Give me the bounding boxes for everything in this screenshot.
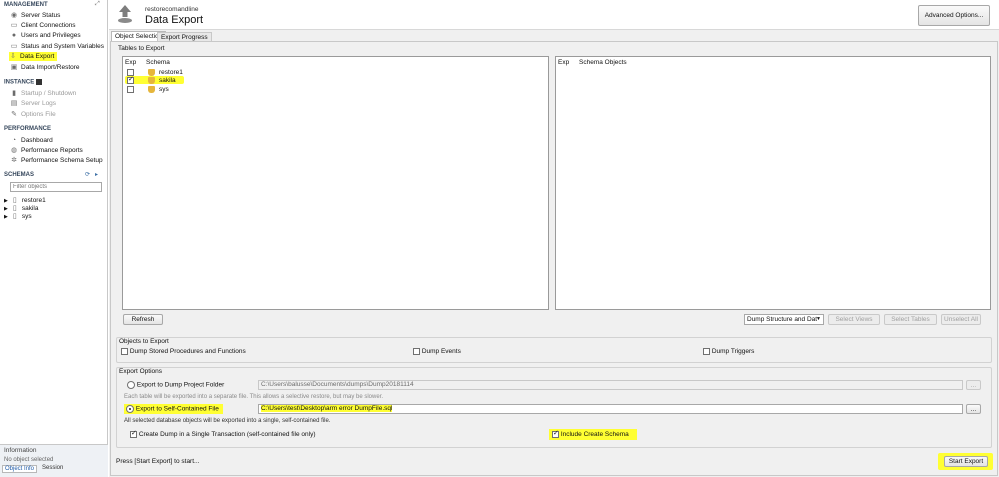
- connection-name: restorecomandline: [145, 6, 199, 13]
- report-icon: ◍: [10, 146, 18, 154]
- schema-row-selected[interactable]: sakila: [125, 75, 184, 84]
- schema-row[interactable]: sys: [127, 85, 169, 93]
- file-note: All selected database objects will be ex…: [124, 418, 331, 424]
- browse-file-button[interactable]: ...: [966, 404, 981, 414]
- user-icon: ●: [11, 31, 17, 39]
- upload-icon: [117, 4, 133, 24]
- database-icon: ▯: [12, 212, 17, 220]
- expand-icon[interactable]: ⤢: [95, 1, 100, 8]
- schema-checkbox[interactable]: [127, 75, 134, 84]
- tab-session[interactable]: Session: [40, 465, 65, 473]
- sidebar-item-startup-shutdown[interactable]: ▮ Startup / Shutdown: [10, 89, 76, 98]
- information-title: Information: [4, 447, 37, 454]
- export-icon: ⇩: [10, 52, 16, 60]
- include-create-schema-option[interactable]: Include Create Schema: [549, 429, 637, 441]
- database-icon: [148, 76, 155, 84]
- chevron-down-icon: ▼: [816, 316, 821, 322]
- browse-folder-button[interactable]: ...: [966, 380, 981, 390]
- folder-note: Each table will be exported into a separ…: [124, 394, 384, 400]
- sidebar-item-server-status[interactable]: ◉ Server Status: [10, 11, 60, 20]
- import-icon: ▣: [10, 63, 18, 71]
- dump-mode-select[interactable]: Dump Structure and Dat ▼: [744, 314, 824, 325]
- col-schema-objects: Schema Objects: [579, 59, 627, 66]
- tab-object-info[interactable]: Object Info: [2, 465, 38, 473]
- schema-objects-panel: Exp Schema Objects: [555, 56, 991, 310]
- include-create-schema-checkbox[interactable]: [552, 429, 559, 438]
- advanced-options-button[interactable]: Advanced Options...: [918, 5, 990, 26]
- filter-objects-input[interactable]: [10, 182, 102, 192]
- dump-procedures-option[interactable]: Dump Stored Procedures and Functions: [121, 348, 246, 355]
- export-to-folder-option[interactable]: Export to Dump Project Folder: [127, 381, 224, 389]
- refresh-schemas-icon[interactable]: ⟳: [85, 171, 90, 178]
- power-icon: ▮: [12, 89, 16, 97]
- information-text: No object selected: [4, 457, 54, 463]
- file-path-field[interactable]: C:\Users\test\Desktop\arm error DumpFile…: [258, 404, 963, 414]
- objects-to-export-group: [116, 337, 992, 363]
- management-section-title: MANAGEMENT: [4, 2, 48, 8]
- schema-item-sys[interactable]: ▶ ▯ sys: [4, 212, 32, 221]
- unselect-all-button[interactable]: Unselect All: [941, 314, 981, 325]
- navigator-sidebar: MANAGEMENT ⤢ ◉ Server Status ▭ Client Conn…: [0, 0, 108, 477]
- schema-row[interactable]: restore1: [127, 68, 183, 76]
- dashboard-icon: ◔: [11, 136, 17, 144]
- sidebar-item-data-import[interactable]: ▣ Data Import/Restore: [10, 63, 80, 72]
- export-file-radio[interactable]: [126, 405, 134, 413]
- instance-icon: [35, 79, 42, 85]
- sidebar-item-options-file[interactable]: ✎ Options File: [10, 110, 56, 119]
- gauge-icon: ◉: [10, 11, 18, 19]
- schema-list-panel: Exp Schema restore1 sakila sys: [122, 56, 549, 310]
- col-schema: Schema: [146, 59, 170, 66]
- dump-procedures-checkbox[interactable]: [121, 348, 128, 355]
- col-exp: Exp: [558, 59, 570, 66]
- sidebar-item-status-variables[interactable]: ▭ Status and System Variables: [10, 42, 104, 51]
- performance-section-title: PERFORMANCE: [4, 126, 52, 132]
- log-icon: ▤: [10, 99, 18, 107]
- single-transaction-checkbox[interactable]: [130, 429, 137, 438]
- start-export-button[interactable]: Start Export: [944, 456, 988, 467]
- database-icon: [148, 85, 155, 93]
- dump-triggers-option[interactable]: Dump Triggers: [703, 348, 754, 355]
- tab-export-progress[interactable]: Export Progress: [157, 32, 212, 41]
- monitor-icon: ▭: [10, 42, 18, 50]
- information-panel: Information No object selected Object In…: [0, 444, 108, 477]
- schemas-section-title: SCHEMAS: [4, 172, 35, 178]
- tables-to-export-label: Tables to Export: [118, 45, 165, 52]
- objects-to-export-label: Objects to Export: [119, 338, 169, 345]
- refresh-button[interactable]: Refresh: [123, 314, 163, 325]
- sidebar-item-server-logs[interactable]: ▤ Server Logs: [10, 99, 56, 108]
- select-views-button[interactable]: Select Views: [828, 314, 880, 325]
- database-icon: [148, 68, 155, 76]
- export-options-label: Export Options: [119, 368, 162, 375]
- wrench-icon: ✎: [11, 110, 17, 118]
- sidebar-item-performance-schema-setup[interactable]: ✲ Performance Schema Setup: [10, 156, 103, 165]
- sidebar-item-users-privileges[interactable]: ● Users and Privileges: [10, 31, 81, 40]
- page-header: restorecomandline Data Export Advanced O…: [109, 0, 999, 30]
- schema-checkbox[interactable]: [127, 85, 134, 93]
- setup-icon: ✲: [11, 156, 17, 164]
- instance-section-title: INSTANCE: [4, 79, 42, 86]
- folder-path-field[interactable]: C:\Users\balusse\Documents\dumps\Dump201…: [258, 380, 963, 390]
- export-to-file-option[interactable]: Export to Self-Contained File: [124, 404, 223, 414]
- export-folder-radio[interactable]: [127, 381, 135, 389]
- sidebar-item-dashboard[interactable]: ◔ Dashboard: [10, 136, 53, 145]
- select-tables-button[interactable]: Select Tables: [884, 314, 937, 325]
- schemas-menu-icon[interactable]: ▸: [95, 171, 98, 178]
- sidebar-item-client-connections[interactable]: ▭ Client Connections: [10, 21, 76, 30]
- monitor-icon: ▭: [10, 21, 18, 29]
- dump-triggers-checkbox[interactable]: [703, 348, 710, 355]
- single-transaction-option[interactable]: Create Dump in a Single Transaction (sel…: [130, 429, 315, 438]
- status-text: Press [Start Export] to start...: [116, 458, 200, 465]
- sidebar-item-data-export[interactable]: ⇩ Data Export: [9, 52, 58, 61]
- expand-arrow-icon[interactable]: ▶: [4, 214, 8, 220]
- expand-arrow-icon[interactable]: ▶: [4, 198, 8, 204]
- col-exp: Exp: [125, 59, 137, 66]
- page-title: Data Export: [145, 14, 204, 26]
- expand-arrow-icon[interactable]: ▶: [4, 206, 8, 212]
- sidebar-item-performance-reports[interactable]: ◍ Performance Reports: [10, 146, 83, 155]
- dump-events-option[interactable]: Dump Events: [413, 348, 461, 355]
- dump-events-checkbox[interactable]: [413, 348, 420, 355]
